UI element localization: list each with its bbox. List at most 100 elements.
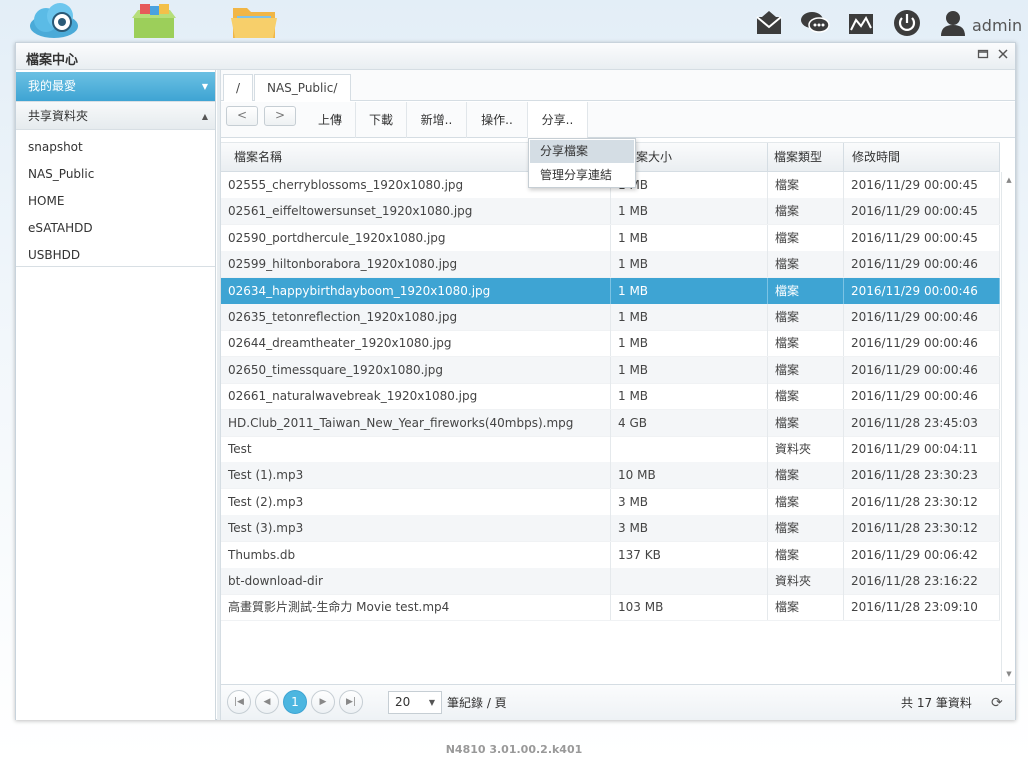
back-button[interactable]: < — [226, 106, 258, 126]
table-row[interactable]: Test (3).mp3 3 MB 檔案 2016/11/28 23:30:12 — [221, 515, 1000, 543]
next-page-icon[interactable]: ▶ — [311, 690, 335, 714]
current-page[interactable]: 1 — [283, 690, 307, 714]
sidebar-favorites[interactable]: 我的最愛 ▼ — [16, 72, 215, 101]
cell-size: 3 MB — [611, 515, 768, 542]
app-store-icon[interactable] — [128, 2, 180, 40]
sidebar-item-snapshot[interactable]: snapshot — [28, 137, 208, 157]
mail-icon[interactable] — [754, 8, 784, 38]
cell-size: 1 MB — [611, 383, 768, 410]
breadcrumb-current[interactable]: NAS_Public/ — [254, 74, 351, 101]
total-records: 共 17 筆資料 — [901, 696, 972, 710]
pagination-bar: |◀ ◀ 1 ▶ ▶| 20 ▼ 筆紀錄 / 頁 共 17 筆資料 ⟳ — [221, 684, 1015, 720]
vertical-scrollbar[interactable]: ▲ ▼ — [1001, 172, 1015, 682]
action-button[interactable]: 操作.. — [467, 102, 528, 138]
cell-size: 1 MB — [611, 356, 768, 383]
chevron-up-icon[interactable]: ▲ — [202, 102, 208, 131]
scroll-up-icon[interactable]: ▲ — [1004, 176, 1014, 184]
table-row[interactable]: Thumbs.db 137 KB 檔案 2016/11/29 00:06:42 — [221, 541, 1000, 569]
cell-size: 137 KB — [611, 541, 768, 568]
table-row[interactable]: 02599_hiltonborabora_1920x1080.jpg 1 MB 檔案… — [221, 251, 1000, 279]
cell-name: 高畫質影片測試-生命力 Movie test.mp4 — [221, 594, 611, 621]
cell-type: 檔案 — [768, 356, 844, 383]
cell-modified: 2016/11/29 00:00:46 — [844, 304, 1000, 330]
forward-button[interactable]: > — [264, 106, 296, 126]
cell-modified: 2016/11/28 23:09:10 — [844, 594, 1000, 621]
top-bar: admin — [0, 0, 1028, 42]
breadcrumb-root[interactable]: / — [223, 74, 254, 101]
column-header-type[interactable]: 檔案類型 — [768, 143, 844, 172]
cell-size: 1 MB — [611, 277, 768, 304]
menu-item-manage-share-links[interactable]: 管理分享連結 — [530, 164, 634, 187]
refresh-icon[interactable]: ⟳ — [991, 685, 1003, 721]
cell-name: 02644_dreamtheater_1920x1080.jpg — [221, 330, 611, 357]
prev-page-icon[interactable]: ◀ — [255, 690, 279, 714]
user-icon[interactable] — [938, 8, 968, 38]
cell-modified: 2016/11/29 00:04:11 — [844, 436, 1000, 462]
sidebar: 我的最愛 ▼ 共享資料夾 ▲ snapshot NAS_Public HOME … — [16, 70, 216, 720]
cell-type: 檔案 — [768, 383, 844, 410]
cell-type: 資料夾 — [768, 568, 844, 594]
chevron-down-icon: ▼ — [428, 698, 435, 707]
menu-item-share-file[interactable]: 分享檔案 — [530, 140, 634, 163]
share-menu: 分享檔案 管理分享連結 — [528, 138, 636, 188]
cell-name: 02635_tetonreflection_1920x1080.jpg — [221, 304, 611, 330]
cell-modified: 2016/11/28 23:30:12 — [844, 515, 1000, 542]
chat-icon[interactable] — [800, 8, 830, 38]
table-row[interactable]: 02635_tetonreflection_1920x1080.jpg 1 MB 檔… — [221, 304, 1000, 331]
table-row[interactable]: 02644_dreamtheater_1920x1080.jpg 1 MB 檔案 20… — [221, 330, 1000, 358]
first-page-icon[interactable]: |◀ — [227, 690, 251, 714]
maximize-icon[interactable] — [976, 48, 990, 62]
cell-modified: 2016/11/28 23:30:23 — [844, 462, 1000, 489]
page-size-select[interactable]: 20 ▼ — [388, 691, 442, 714]
download-button[interactable]: 下載 — [356, 102, 407, 138]
upload-button[interactable]: 上傳 — [305, 102, 356, 138]
sidebar-item-nas-public[interactable]: NAS_Public — [28, 164, 208, 184]
firmware-version: N4810 3.01.00.2.k401 — [445, 743, 583, 756]
window-titlebar: 檔案中心 — [16, 43, 1015, 70]
column-header-modified[interactable]: 修改時間 — [844, 143, 1000, 172]
breadcrumb: / NAS_Public/ — [221, 70, 1015, 101]
cell-type: 檔案 — [768, 409, 844, 436]
cell-name: 02561_eiffeltowersunset_1920x1080.jpg — [221, 198, 611, 225]
last-page-icon[interactable]: ▶| — [339, 690, 363, 714]
window-title: 檔案中心 — [26, 53, 79, 68]
table-row[interactable]: 02634_happybirthdayboom_1920x1080.jpg 1 M… — [221, 277, 1000, 305]
cell-name: 02634_happybirthdayboom_1920x1080.jpg — [221, 277, 611, 304]
scroll-down-icon[interactable]: ▼ — [1004, 670, 1014, 678]
table-row[interactable]: 高畫質影片測試-生命力 Movie test.mp4 103 MB 檔案 2016/1… — [221, 594, 1000, 622]
table-row[interactable]: 02590_portdhercule_1920x1080.jpg 1 MB 檔案 20… — [221, 224, 1000, 252]
monitor-icon[interactable] — [846, 8, 876, 38]
cell-size: 3 MB — [611, 488, 768, 515]
folder-icon[interactable] — [229, 2, 281, 40]
file-center-window: 檔案中心 我的最愛 ▼ 共享資料夾 ▲ snapshot NAS_Public … — [15, 42, 1016, 720]
table-row[interactable]: 02661_naturalwavebreak_1920x1080.jpg 1 MB… — [221, 383, 1000, 411]
table-row[interactable]: bt-download-dir 資料夾 2016/11/28 23:16:22 — [221, 568, 1000, 595]
table-row[interactable]: Test 資料夾 2016/11/29 00:04:11 — [221, 436, 1000, 463]
sidebar-item-esatahdd[interactable]: eSATAHDD — [28, 218, 208, 238]
cell-modified: 2016/11/28 23:30:12 — [844, 488, 1000, 515]
close-icon[interactable] — [996, 48, 1010, 62]
share-button[interactable]: 分享.. — [528, 102, 588, 138]
sidebar-item-home[interactable]: HOME — [28, 191, 208, 211]
cloud-icon[interactable] — [28, 2, 80, 40]
cell-type: 檔案 — [768, 541, 844, 568]
table-row[interactable]: Test (2).mp3 3 MB 檔案 2016/11/28 23:30:12 — [221, 488, 1000, 516]
new-button[interactable]: 新增.. — [407, 102, 467, 138]
table-row[interactable]: 02650_timessquare_1920x1080.jpg 1 MB 檔案 201… — [221, 356, 1000, 384]
table-row[interactable]: Test (1).mp3 10 MB 檔案 2016/11/28 23:30:23 — [221, 462, 1000, 490]
table-row[interactable]: HD.Club_2011_Taiwan_New_Year_fireworks(4… — [221, 409, 1000, 437]
table-row[interactable]: 02561_eiffeltowersunset_1920x1080.jpg 1 M… — [221, 198, 1000, 226]
sidebar-shared-folders[interactable]: 共享資料夾 ▲ — [16, 101, 215, 130]
cell-size: 1 MB — [611, 251, 768, 278]
sidebar-item-usbhdd[interactable]: USBHDD — [28, 245, 208, 265]
cell-modified: 2016/11/29 00:00:46 — [844, 330, 1000, 357]
cell-size — [611, 436, 768, 462]
chevron-down-icon[interactable]: ▼ — [202, 72, 208, 101]
power-icon[interactable] — [892, 8, 922, 38]
sidebar-shared-label: 共享資料夾 — [28, 109, 89, 123]
cell-name: bt-download-dir — [221, 568, 611, 594]
user-name[interactable]: admin — [972, 16, 1022, 35]
cell-name: Test — [221, 436, 611, 462]
cell-name: Test (1).mp3 — [221, 462, 611, 489]
cell-name: 02650_timessquare_1920x1080.jpg — [221, 356, 611, 383]
